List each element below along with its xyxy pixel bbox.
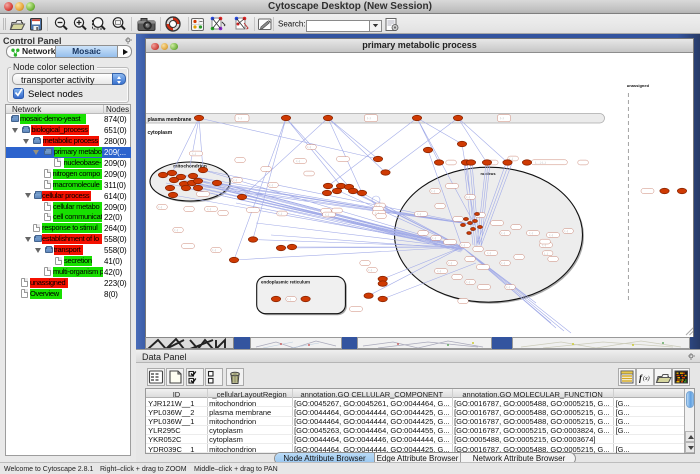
svg-text:(...): (...) — [507, 286, 511, 289]
svg-text:(...): (...) — [234, 179, 238, 182]
svg-text:endoplasmic reticulum: endoplasmic reticulum — [261, 280, 310, 285]
svg-text:(...): (...) — [502, 262, 506, 265]
svg-text:plasma membrane: plasma membrane — [148, 117, 192, 123]
svg-text:(...): (...) — [544, 252, 548, 255]
svg-text:(...): (...) — [565, 230, 569, 233]
svg-text:Search:: Search: — [278, 20, 306, 29]
svg-text:(...): (...) — [270, 184, 274, 187]
svg-text:(...): (...) — [488, 252, 492, 255]
svg-text:(...): (...) — [369, 269, 373, 272]
svg-text:(...): (...) — [438, 270, 442, 273]
svg-text:(...): (...) — [449, 262, 453, 265]
svg-text:(...): (...) — [288, 298, 292, 301]
svg-text:(...): (...) — [297, 160, 301, 163]
svg-text:(...): (...) — [213, 249, 217, 252]
svg-text:(...): (...) — [530, 232, 534, 235]
svg-text:(...): (...) — [279, 213, 283, 216]
svg-text:(...): (...) — [432, 190, 436, 193]
svg-text:(...): (...) — [418, 213, 422, 216]
svg-text:(...): (...) — [502, 232, 506, 235]
svg-text:(...): (...) — [326, 214, 330, 217]
svg-text:(...): (...) — [308, 146, 312, 149]
svg-text:(...): (...) — [467, 196, 471, 199]
svg-text:(...): (...) — [550, 234, 554, 237]
svg-text:cytoplasm: cytoplasm — [148, 130, 173, 136]
svg-text:(...): (...) — [500, 117, 504, 120]
svg-text:unassigned: unassigned — [627, 83, 650, 88]
svg-text:(...): (...) — [208, 208, 212, 211]
svg-text:(...): (...) — [159, 206, 163, 209]
svg-text:(...): (...) — [467, 281, 471, 284]
svg-text:(...): (...) — [462, 244, 466, 247]
svg-text:(... ...) (...): (... ...) (...) — [535, 162, 546, 165]
svg-text:(...): (...) — [367, 117, 371, 120]
svg-text:(...): (...) — [238, 117, 242, 120]
svg-text:(x): (x) — [643, 375, 650, 382]
svg-text:(...): (...) — [433, 237, 437, 240]
svg-text:(...): (...) — [193, 153, 197, 156]
svg-text:(...): (...) — [175, 229, 179, 232]
svg-text:(...): (...) — [543, 244, 547, 247]
